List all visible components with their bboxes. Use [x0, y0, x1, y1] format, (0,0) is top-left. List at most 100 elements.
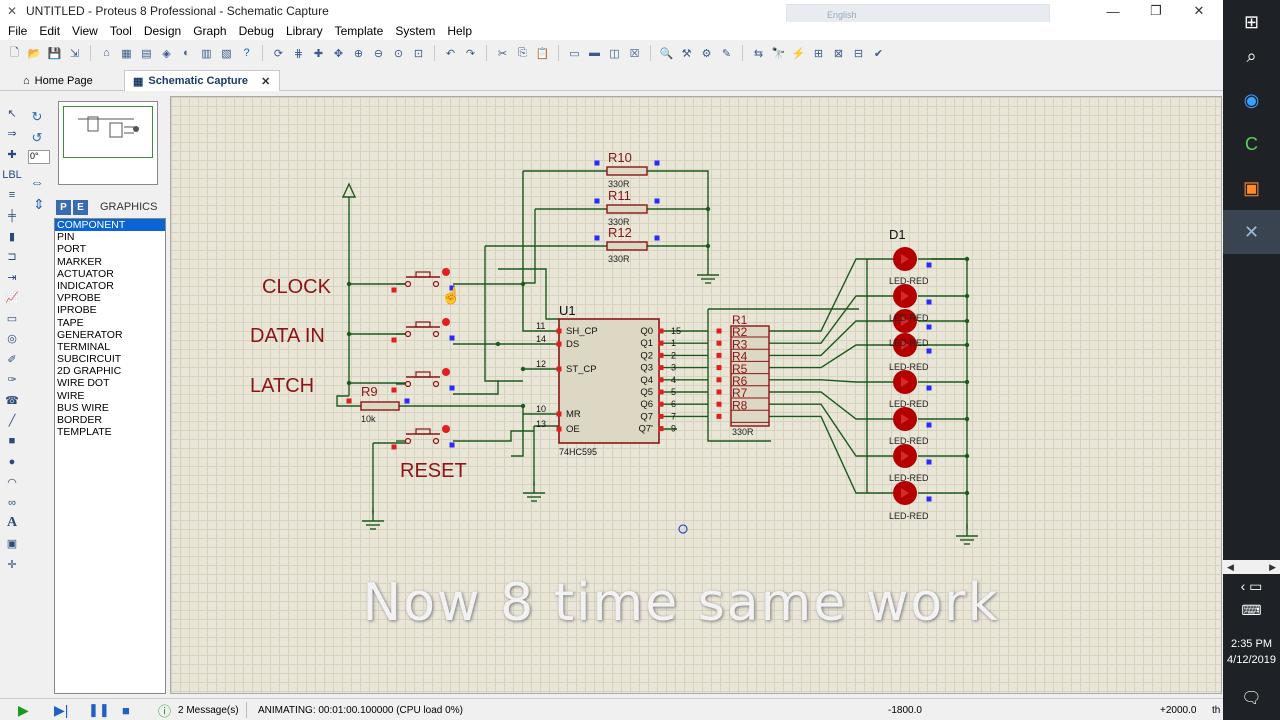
selector-item[interactable]: TAPE: [55, 317, 165, 329]
tab-home-page[interactable]: ⌂ Home Page: [14, 70, 102, 91]
terminals-icon[interactable]: ⊐: [2, 248, 22, 266]
selector-item[interactable]: SUBCIRCUIT: [55, 353, 165, 365]
open-folder-icon[interactable]: 📂: [26, 45, 43, 62]
undo-icon[interactable]: ↶: [442, 45, 459, 62]
tab-schematic-capture[interactable]: ▦ Schematic Capture ✕: [124, 70, 280, 91]
pause-icon[interactable]: ❚❚: [88, 702, 110, 718]
pick-device-icon[interactable]: 🔍: [658, 45, 675, 62]
selection-mode-icon[interactable]: ↖: [2, 104, 22, 122]
restore-button[interactable]: ❐: [1133, 0, 1179, 22]
text-script-icon[interactable]: ≡: [2, 186, 22, 204]
graph-mode-icon[interactable]: 📈: [2, 289, 22, 307]
selector-item[interactable]: MARKER: [55, 256, 165, 268]
block-rotate-icon[interactable]: ◫: [606, 45, 623, 62]
refresh-icon[interactable]: ⟳: [270, 45, 287, 62]
selector-item[interactable]: WIRE DOT: [55, 377, 165, 389]
3d-viewer-icon[interactable]: ◈: [158, 45, 175, 62]
schematic-canvas[interactable]: R10 330R R11 330R R12 330R R9 10k CLOCK DATA IN LA…: [170, 96, 1222, 694]
overview-viewport[interactable]: [63, 106, 153, 158]
new-sheet-icon[interactable]: ⊞: [810, 45, 827, 62]
device-pins-icon[interactable]: ⇥: [2, 268, 22, 286]
paste-icon[interactable]: 📋: [534, 45, 551, 62]
packaging-tool-icon[interactable]: ⚙: [698, 45, 715, 62]
mirror-x-icon[interactable]: ⇔: [30, 174, 44, 190]
selector-item[interactable]: VPROBE: [55, 292, 165, 304]
selector-item[interactable]: TERMINAL: [55, 341, 165, 353]
selector-item[interactable]: PIN: [55, 231, 165, 243]
pan-icon[interactable]: ✥: [330, 45, 347, 62]
selector-item[interactable]: PORT: [55, 243, 165, 255]
selector-item[interactable]: BUS WIRE: [55, 402, 165, 414]
bom-icon[interactable]: ▥: [198, 45, 215, 62]
origin-icon[interactable]: ✚: [310, 45, 327, 62]
save-icon[interactable]: 💾: [46, 45, 63, 62]
netlist-icon[interactable]: ⊟: [850, 45, 867, 62]
step-icon[interactable]: ▶|: [54, 702, 68, 718]
copy-icon[interactable]: ⎘: [514, 45, 531, 62]
menu-design[interactable]: Design: [138, 24, 187, 38]
help-icon[interactable]: ?: [238, 45, 255, 62]
action-center-icon[interactable]: 🗨: [1223, 676, 1280, 720]
selector-item[interactable]: INDICATOR: [55, 280, 165, 292]
message-count[interactable]: 2 Message(s): [178, 702, 239, 718]
minimize-button[interactable]: —: [1090, 0, 1136, 22]
symbol-icon[interactable]: ▣: [2, 535, 22, 553]
taskbar-clock[interactable]: 2:35 PM 4/12/2019: [1223, 636, 1280, 668]
pcb-layout-icon[interactable]: ▤: [138, 45, 155, 62]
zoom-in-icon[interactable]: ⊕: [350, 45, 367, 62]
menu-system[interactable]: System: [389, 24, 441, 38]
zoom-area-icon[interactable]: ⊡: [410, 45, 427, 62]
menu-library[interactable]: Library: [280, 24, 329, 38]
menu-graph[interactable]: Graph: [187, 24, 232, 38]
selector-item[interactable]: ACTUATOR: [55, 268, 165, 280]
rotation-angle-input[interactable]: 0°: [28, 150, 50, 164]
junction-dot-icon[interactable]: ✚: [2, 145, 22, 163]
buses-icon[interactable]: ╪: [2, 207, 22, 225]
selector-item[interactable]: TEMPLATE: [55, 426, 165, 438]
menu-view[interactable]: View: [66, 24, 104, 38]
selector-item[interactable]: BORDER: [55, 414, 165, 426]
home-page-icon[interactable]: ⌂: [98, 45, 115, 62]
selector-item[interactable]: GENERATOR: [55, 329, 165, 341]
virtual-instruments-icon[interactable]: ☎: [2, 391, 22, 409]
selector-item[interactable]: WIRE: [55, 390, 165, 402]
erc-report-icon[interactable]: ✔: [870, 45, 887, 62]
property-assignment-icon[interactable]: ⚡: [790, 45, 807, 62]
import-icon[interactable]: ⇲: [66, 45, 83, 62]
imo-app-icon[interactable]: ◉: [1223, 78, 1280, 122]
wire-label-icon[interactable]: LBL: [2, 166, 22, 184]
menu-help[interactable]: Help: [441, 24, 478, 38]
box-icon[interactable]: ■: [2, 432, 22, 450]
make-device-icon[interactable]: ⚒: [678, 45, 695, 62]
edit-library-button[interactable]: E: [73, 199, 88, 215]
generator-icon[interactable]: ◎: [2, 330, 22, 348]
cut-icon[interactable]: ✂: [494, 45, 511, 62]
proteus-taskbar-icon[interactable]: ✕: [1223, 210, 1280, 254]
path-icon[interactable]: ∞: [2, 494, 22, 512]
zoom-all-icon[interactable]: ⊙: [390, 45, 407, 62]
source-code-icon[interactable]: ▧: [218, 45, 235, 62]
close-button[interactable]: ✕: [1176, 0, 1222, 22]
close-tab-icon[interactable]: ✕: [261, 75, 270, 88]
gerber-icon[interactable]: ◐: [178, 45, 195, 62]
block-move-icon[interactable]: ▬: [586, 45, 603, 62]
rotate-clockwise-icon[interactable]: ↻: [28, 108, 46, 126]
menu-debug[interactable]: Debug: [233, 24, 280, 38]
keyboard-icon[interactable]: ⌨: [1223, 588, 1280, 632]
stop-icon[interactable]: ■: [122, 702, 130, 718]
decompose-icon[interactable]: ✎: [718, 45, 735, 62]
marker-icon[interactable]: ✛: [2, 555, 22, 573]
schematic-icon[interactable]: ▦: [118, 45, 135, 62]
text-icon[interactable]: A: [2, 514, 22, 532]
overview-window[interactable]: [58, 101, 158, 185]
rotate-anticlockwise-icon[interactable]: ↺: [28, 129, 46, 147]
menu-tool[interactable]: Tool: [104, 24, 138, 38]
block-copy-icon[interactable]: ▭: [566, 45, 583, 62]
zoom-out-icon[interactable]: ⊖: [370, 45, 387, 62]
voltage-probe-icon[interactable]: ✐: [2, 350, 22, 368]
block-delete-icon[interactable]: ☒: [626, 45, 643, 62]
menu-edit[interactable]: Edit: [33, 24, 66, 38]
search-tag-icon[interactable]: 🔭: [770, 45, 787, 62]
new-file-icon[interactable]: 🗋: [6, 45, 23, 62]
tape-recorder-icon[interactable]: ▭: [2, 309, 22, 327]
